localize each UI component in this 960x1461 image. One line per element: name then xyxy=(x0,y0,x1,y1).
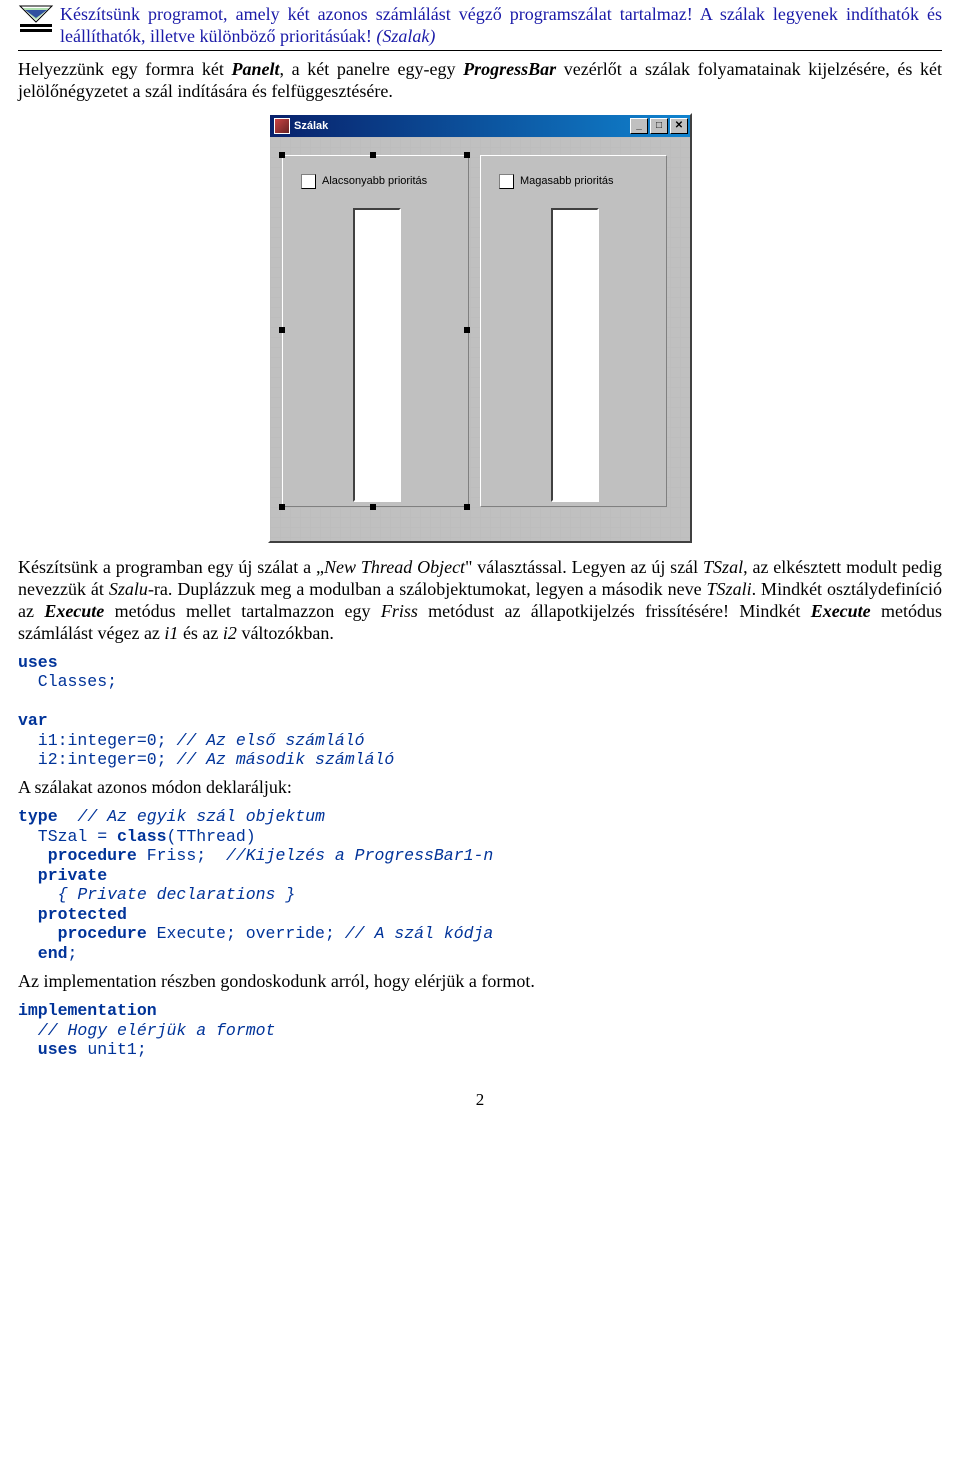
p1-d: ProgressBar xyxy=(463,59,556,79)
cmnt-privdecl: { Private declarations } xyxy=(18,885,295,904)
close-icon: ✕ xyxy=(675,121,683,131)
code-block-2: type // Az egyik szál objektum TSzal = c… xyxy=(18,807,942,963)
page-number: 2 xyxy=(18,1090,942,1110)
p2-n: Execute xyxy=(811,601,871,621)
kw-uses: uses xyxy=(18,653,58,672)
window-client-area: Alacsonyabb prioritás xyxy=(270,137,690,541)
logo-icon xyxy=(18,4,54,34)
p2-b: New Thread Object xyxy=(324,557,465,577)
handle xyxy=(279,152,285,158)
kw-uses2: uses xyxy=(18,1040,77,1059)
progressbar-right xyxy=(551,208,599,502)
paragraph-1: Helyezzünk egy formra két Panelt, a két … xyxy=(18,59,942,103)
kw-proc2: procedure xyxy=(18,924,147,943)
kw-protected: protected xyxy=(18,905,127,924)
kw-impl: implementation xyxy=(18,1001,157,1020)
code-i2: i2:integer=0; xyxy=(18,750,176,769)
kw-var: var xyxy=(18,711,48,730)
app-icon xyxy=(274,118,290,134)
p2-p: i1 xyxy=(164,623,178,643)
handle xyxy=(370,152,376,158)
code-unit1: unit1; xyxy=(77,1040,146,1059)
page-title: Készítsünk programot, amely két azonos s… xyxy=(60,4,942,48)
code-tszal: TSzal = xyxy=(18,827,117,846)
handle xyxy=(464,504,470,510)
close-button[interactable]: ✕ xyxy=(670,118,688,134)
paragraph-4: Az implementation részben gondoskodunk a… xyxy=(18,971,942,993)
title-text: Készítsünk programot, amely két azonos s… xyxy=(60,4,942,46)
code-semi: ; xyxy=(68,944,78,963)
p2-l: Friss xyxy=(381,601,418,621)
handle xyxy=(279,327,285,333)
cmnt-i2: // Az második számláló xyxy=(176,750,394,769)
code-exec: Execute; override; xyxy=(147,924,345,943)
handle xyxy=(464,152,470,158)
p2-j: Execute xyxy=(44,601,104,621)
title-tag: (Szalak) xyxy=(376,26,435,46)
kw-class: class xyxy=(117,827,167,846)
page: Készítsünk programot, amely két azonos s… xyxy=(0,0,960,1150)
kw-type: type xyxy=(18,807,77,826)
checkbox-high-priority-label: Magasabb prioritás xyxy=(520,175,614,187)
cmnt-i1: // Az első számláló xyxy=(176,731,364,750)
p1-b: Panelt xyxy=(232,59,280,79)
p2-h: TSzali xyxy=(707,579,752,599)
code-friss: Friss; xyxy=(137,846,226,865)
code-i1: i1:integer=0; xyxy=(18,731,176,750)
cmnt-exec: // A szál kódja xyxy=(345,924,494,943)
header-divider xyxy=(18,50,942,51)
p2-s: változókban. xyxy=(237,623,334,643)
checkbox-high-priority[interactable] xyxy=(499,174,514,189)
titlebar: Szálak _ □ ✕ xyxy=(270,115,690,137)
p2-g: -ra. Duplázzuk meg a modulban a szálobje… xyxy=(148,579,707,599)
kw-end: end xyxy=(18,944,68,963)
cmnt-type: // Az egyik szál objektum xyxy=(77,807,325,826)
p2-a: Készítsünk a programban egy új szálat a … xyxy=(18,557,324,577)
p2-c: " választással. Legyen az új szál xyxy=(465,557,703,577)
cmnt-friss: //Kijelzés a ProgressBar1-n xyxy=(226,846,493,865)
screenshot-container: Szálak _ □ ✕ Alacsonyabb prioritás xyxy=(18,113,942,543)
p1-a: Helyezzünk egy formra két xyxy=(18,59,232,79)
maximize-button[interactable]: □ xyxy=(650,118,668,134)
panel-left: Alacsonyabb prioritás xyxy=(282,155,469,507)
code-block-1: uses Classes; var i1:integer=0; // Az el… xyxy=(18,653,942,770)
p2-m: metódust az állapotkijelzés frissítésére… xyxy=(418,601,811,621)
minimize-button[interactable]: _ xyxy=(630,118,648,134)
app-window: Szálak _ □ ✕ Alacsonyabb prioritás xyxy=(268,113,692,543)
handle xyxy=(464,327,470,333)
checkbox-high-priority-row: Magasabb prioritás xyxy=(499,174,666,189)
code-block-3: implementation // Hogy elérjük a formot … xyxy=(18,1001,942,1059)
maximize-icon: □ xyxy=(656,121,662,131)
code-tthread: (TThread) xyxy=(167,827,256,846)
checkbox-low-priority-row: Alacsonyabb prioritás xyxy=(301,174,468,189)
progressbar-left xyxy=(353,208,401,502)
kw-proc1: procedure xyxy=(18,846,137,865)
header-row: Készítsünk programot, amely két azonos s… xyxy=(18,4,942,48)
code-classes: Classes; xyxy=(18,672,117,691)
panel-right: Magasabb prioritás xyxy=(480,155,667,507)
paragraph-3: A szálakat azonos módon deklaráljuk: xyxy=(18,777,942,799)
kw-private: private xyxy=(18,866,107,885)
checkbox-low-priority-label: Alacsonyabb prioritás xyxy=(322,175,427,187)
p2-f: Szalu xyxy=(109,579,148,599)
p2-d: TSzal xyxy=(703,557,743,577)
p2-r: i2 xyxy=(223,623,237,643)
checkbox-low-priority[interactable] xyxy=(301,174,316,189)
handle xyxy=(370,504,376,510)
p1-c: , a két panelre egy-egy xyxy=(280,59,464,79)
minimize-icon: _ xyxy=(636,121,642,131)
paragraph-2: Készítsünk a programban egy új szálat a … xyxy=(18,557,942,645)
handle xyxy=(279,504,285,510)
window-title: Szálak xyxy=(294,120,328,132)
p2-k: metódus mellet tartalmazzon egy xyxy=(104,601,381,621)
p2-q: és az xyxy=(178,623,222,643)
cmnt-impl: // Hogy elérjük a formot xyxy=(18,1021,275,1040)
